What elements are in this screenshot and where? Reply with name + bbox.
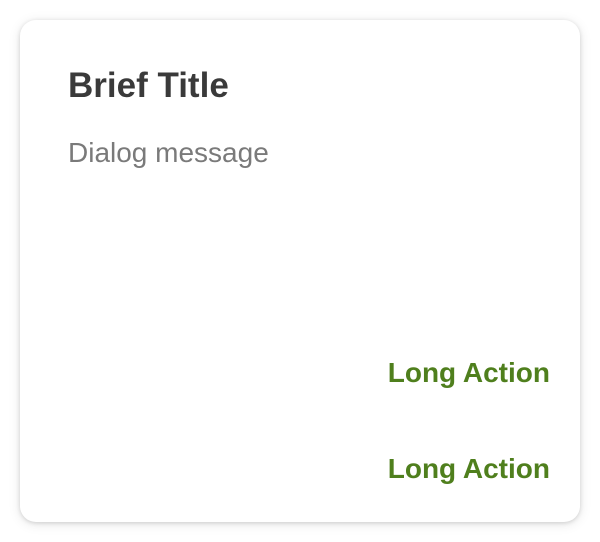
dialog-title: Brief Title [68, 66, 229, 105]
dialog-message: Dialog message [68, 137, 269, 168]
long-action-button-2[interactable]: Long Action [388, 451, 550, 487]
long-action-button-1[interactable]: Long Action [388, 355, 550, 391]
dialog: Brief Title Dialog message Long Action L… [20, 20, 580, 522]
